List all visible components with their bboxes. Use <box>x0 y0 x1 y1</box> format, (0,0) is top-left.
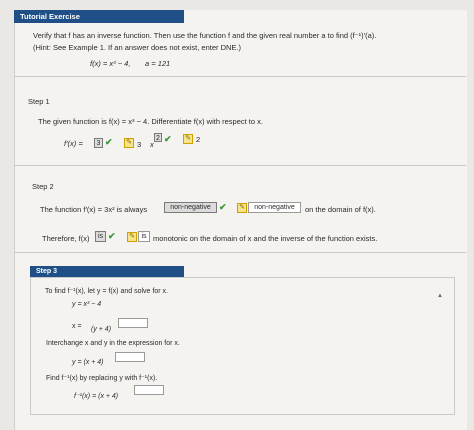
pencil-icon[interactable]: ✎ <box>124 138 134 148</box>
step3-interchange: Interchange x and y in the expression fo… <box>46 340 180 347</box>
coef-display: 3 <box>137 140 142 149</box>
divider <box>14 165 466 166</box>
exp-display: 2 <box>196 135 201 144</box>
problem-function: f(x) = x³ − 4, <box>90 59 131 68</box>
step3-eq1: y = x³ − 4 <box>72 301 102 308</box>
collapse-caret-icon[interactable]: ▲ <box>437 293 443 299</box>
step2-label: Step 2 <box>32 182 54 191</box>
step3-eq4: f⁻¹(x) = (x + 4) <box>74 393 119 400</box>
eq4-exponent-input[interactable] <box>134 385 164 395</box>
tutorial-title: Tutorial Exercise <box>14 10 184 23</box>
check-icon: ✔ <box>219 202 227 212</box>
pencil-icon[interactable]: ✎ <box>237 203 247 213</box>
step2-text-before: The function f′(x) = 3x² is always <box>40 205 148 214</box>
fprime-label: f′(x) = <box>64 139 83 148</box>
eq3-exponent-input[interactable] <box>115 352 145 362</box>
eq2-exponent-input[interactable] <box>118 318 148 328</box>
step1-text: The given function is f(x) = x³ − 4. Dif… <box>38 117 263 126</box>
is-echo: is <box>138 231 150 242</box>
coef-answer-box[interactable]: 3 <box>94 138 103 148</box>
problem-a-value: a = 121 <box>145 59 171 68</box>
pencil-icon[interactable]: ✎ <box>183 134 193 144</box>
is-dropdown[interactable]: is <box>95 231 106 242</box>
check-icon: ✔ <box>108 231 116 241</box>
divider <box>14 252 466 253</box>
step2-text-after: on the domain of f(x). <box>305 205 376 214</box>
step3-intro: To find f⁻¹(x), let y = f(x) and solve f… <box>45 288 168 295</box>
step3-eq3: y = (x + 4) <box>72 359 104 366</box>
step3-eq2-right: (y + 4) <box>91 326 112 333</box>
answer-echo: non-negative <box>248 202 301 213</box>
divider <box>14 76 466 77</box>
check-icon: ✔ <box>105 137 113 147</box>
problem-statement: Verify that f has an inverse function. T… <box>33 31 377 40</box>
sign-dropdown[interactable]: non-negative <box>164 202 217 213</box>
step3-eq2-left: x = <box>72 323 82 330</box>
pencil-icon[interactable]: ✎ <box>127 232 137 242</box>
step3-label: Step 3 <box>30 266 184 277</box>
step2-conclusion: monotonic on the domain of x and the inv… <box>153 234 378 243</box>
step3-find-text: Find f⁻¹(x) by replacing y with f⁻¹(x). <box>46 375 158 382</box>
therefore-label: Therefore, f(x) <box>42 234 90 243</box>
check-icon: ✔ <box>164 134 172 144</box>
problem-hint: (Hint: See Example 1. If an answer does … <box>33 43 242 52</box>
exp-answer-box[interactable]: 2 <box>154 133 162 142</box>
step1-label: Step 1 <box>28 97 50 106</box>
